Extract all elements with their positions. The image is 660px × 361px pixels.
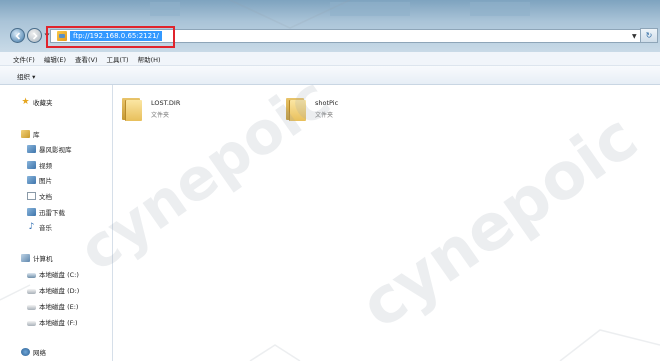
titlebar-background bbox=[330, 2, 410, 16]
sidebar-item-label: 迅雷下载 bbox=[39, 209, 65, 217]
arrow-left-icon bbox=[14, 31, 20, 40]
sidebar-item-computer[interactable]: 计算机 bbox=[21, 253, 53, 263]
sidebar-item-drive-d[interactable]: 本地磁盘 (D:) bbox=[27, 285, 79, 295]
back-button[interactable] bbox=[10, 28, 25, 43]
sidebar-item-documents[interactable]: 文档 bbox=[27, 191, 52, 201]
file-list-view: LOST.DIR 文件夹 shotPic 文件夹 bbox=[113, 85, 660, 361]
window-titlebar bbox=[0, 0, 660, 52]
library-icon bbox=[21, 130, 30, 138]
sidebar-item-drive-c[interactable]: 本地磁盘 (C:) bbox=[27, 269, 79, 279]
sidebar-item-libraries[interactable]: 库 bbox=[21, 129, 40, 139]
menu-bar: 文件(F) 编辑(E) 查看(V) 工具(T) 帮助(H) bbox=[0, 52, 660, 66]
drive-icon bbox=[27, 272, 36, 278]
drive-icon bbox=[27, 320, 36, 326]
folder-item[interactable]: shotPic 文件夹 bbox=[284, 95, 384, 123]
menu-edit[interactable]: 编辑(E) bbox=[44, 54, 66, 64]
refresh-icon: ↻ bbox=[645, 31, 653, 40]
sidebar-item-favorites[interactable]: ★ 收藏夹 bbox=[21, 97, 53, 108]
navigation-pane: ★ 收藏夹 库 暴风影视库 视频 图片 文档 迅雷下载 ♪ 音乐 计算机 本地磁… bbox=[0, 85, 113, 361]
sidebar-item-thunder-downloads[interactable]: 迅雷下载 bbox=[27, 207, 65, 217]
drive-icon bbox=[27, 304, 36, 310]
refresh-button[interactable]: ↻ bbox=[640, 28, 658, 43]
folder-type: 文件夹 bbox=[151, 112, 170, 119]
address-url[interactable]: ftp://192.168.0.65:2121/ bbox=[70, 31, 162, 41]
sidebar-item-music[interactable]: ♪ 音乐 bbox=[27, 222, 52, 233]
titlebar-background bbox=[470, 2, 530, 16]
sidebar-item-label: 库 bbox=[33, 131, 40, 139]
sidebar-item-label: 图片 bbox=[39, 177, 52, 185]
sidebar-item-label: 收藏夹 bbox=[33, 99, 53, 107]
command-toolbar: 组织 ▾ bbox=[0, 66, 660, 85]
sidebar-item-video-library[interactable]: 暴风影视库 bbox=[27, 144, 72, 154]
organize-button[interactable]: 组织 ▾ bbox=[17, 71, 35, 81]
download-icon bbox=[27, 208, 36, 216]
sidebar-item-label: 本地磁盘 (E:) bbox=[39, 303, 79, 311]
folder-icon bbox=[120, 95, 142, 121]
ftp-folder-icon bbox=[57, 31, 67, 41]
menu-help[interactable]: 帮助(H) bbox=[138, 54, 161, 64]
sidebar-item-drive-f[interactable]: 本地磁盘 (F:) bbox=[27, 317, 78, 327]
address-bar[interactable]: ftp://192.168.0.65:2121/ bbox=[50, 29, 650, 43]
computer-icon bbox=[21, 254, 30, 262]
folder-name: LOST.DIR bbox=[151, 99, 181, 107]
folder-type: 文件夹 bbox=[315, 112, 334, 119]
sidebar-item-label: 暴风影视库 bbox=[39, 146, 72, 154]
sidebar-item-label: 网络 bbox=[33, 349, 46, 357]
star-icon: ★ bbox=[21, 97, 30, 107]
sidebar-item-label: 文档 bbox=[39, 193, 52, 201]
picture-icon bbox=[27, 176, 36, 184]
document-icon bbox=[27, 192, 36, 200]
music-icon: ♪ bbox=[28, 222, 35, 232]
sidebar-item-label: 音乐 bbox=[39, 224, 52, 232]
sidebar-item-label: 本地磁盘 (C:) bbox=[39, 271, 79, 279]
sidebar-item-label: 本地磁盘 (F:) bbox=[39, 319, 78, 327]
network-icon bbox=[21, 348, 30, 356]
menu-file[interactable]: 文件(F) bbox=[13, 54, 35, 64]
arrow-right-icon bbox=[32, 31, 38, 40]
folder-item[interactable]: LOST.DIR 文件夹 bbox=[120, 95, 220, 123]
folder-icon bbox=[284, 95, 306, 121]
sidebar-item-pictures[interactable]: 图片 bbox=[27, 175, 52, 185]
menu-view[interactable]: 查看(V) bbox=[75, 54, 98, 64]
sidebar-item-network[interactable]: 网络 bbox=[21, 347, 46, 357]
sidebar-item-videos[interactable]: 视频 bbox=[27, 160, 52, 170]
sidebar-item-drive-e[interactable]: 本地磁盘 (E:) bbox=[27, 301, 78, 311]
video-library-icon bbox=[27, 145, 36, 153]
sidebar-item-label: 本地磁盘 (D:) bbox=[39, 287, 80, 295]
menu-tools[interactable]: 工具(T) bbox=[107, 54, 129, 64]
drive-icon bbox=[27, 288, 36, 294]
folder-name: shotPic bbox=[315, 99, 339, 107]
sidebar-item-label: 计算机 bbox=[33, 255, 53, 263]
address-dropdown-icon[interactable]: ▼ bbox=[632, 33, 637, 40]
forward-button[interactable] bbox=[27, 28, 42, 43]
titlebar-background bbox=[150, 2, 180, 16]
sidebar-item-label: 视频 bbox=[39, 162, 52, 170]
video-icon bbox=[27, 161, 36, 169]
